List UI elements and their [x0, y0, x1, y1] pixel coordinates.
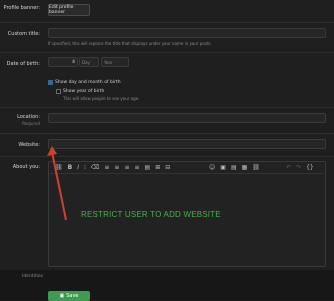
insert-image-icon[interactable]: ▣ [220, 164, 226, 171]
source-code-icon[interactable]: {} [306, 164, 314, 171]
custom-title-hint: If specified, this will replace the titl… [48, 41, 212, 46]
save-label: Save [66, 293, 79, 299]
save-icon: ▣ [59, 293, 65, 299]
clear-formatting-icon[interactable]: ⌫ [91, 164, 99, 171]
custom-title-input[interactable] [48, 28, 326, 38]
insert-gallery-icon[interactable]: ▦ [242, 164, 248, 171]
editor-toolbar-right: ↶ ↷ {} [286, 164, 314, 171]
separator [0, 22, 334, 23]
insert-link-icon[interactable]: ⛓ [252, 164, 260, 171]
insert-row-icon[interactable]: ⊟ [165, 164, 170, 171]
more-text-options-icon[interactable]: ⁝ [84, 164, 86, 171]
location-label: Location: [17, 114, 40, 120]
edit-profile-banner-button[interactable]: Edit profile banner [48, 4, 90, 16]
editor-toolbar-middle: ☺ ▣ ▤ ▦ ⛓ [209, 164, 260, 171]
dob-month-input[interactable]: Day [79, 57, 99, 67]
dob-label: Date of birth: [6, 61, 40, 67]
separator [0, 133, 334, 134]
insert-media-icon[interactable]: ▤ [231, 164, 237, 171]
dob-year-input[interactable]: Year [101, 57, 129, 67]
annotation-arrow [47, 146, 67, 221]
annotation-text: RESTRICT USER TO ADD WEBSITE [81, 210, 221, 219]
list-icon[interactable]: ≡ [104, 164, 109, 171]
insert-table-icon[interactable]: ⊞ [155, 164, 160, 171]
show-year-checkbox[interactable] [56, 89, 61, 94]
show-year-label: Show year of birth [63, 89, 105, 94]
undo-icon[interactable]: ↶ [286, 164, 291, 171]
signature-label: Identities [22, 274, 43, 279]
align-center-icon[interactable]: ≡ [124, 164, 129, 171]
align-left-icon[interactable]: ≡ [114, 164, 119, 171]
separator [0, 52, 334, 53]
align-right-icon[interactable]: ≡ [134, 164, 139, 171]
custom-title-label: Custom title: [7, 31, 40, 37]
website-label: Website: [18, 142, 40, 148]
location-required: Required [22, 121, 40, 126]
redo-icon[interactable]: ↷ [296, 164, 301, 171]
profile-banner-label: Profile banner: [3, 5, 40, 11]
more-paragraph-icon[interactable]: ▤ [145, 164, 151, 171]
show-day-month-checkbox[interactable] [48, 80, 53, 85]
show-year-hint: This will allow people to see your age. [63, 96, 140, 101]
location-input[interactable] [48, 113, 326, 123]
about-you-label: About you: [12, 164, 40, 170]
website-input[interactable] [48, 139, 326, 149]
separator [0, 107, 334, 108]
show-day-month-label: Show day and month of birth [55, 80, 121, 85]
italic-icon[interactable]: I [77, 164, 79, 171]
emoji-icon[interactable]: ☺ [209, 164, 215, 171]
dob-day-select[interactable]: 4 [48, 57, 78, 67]
